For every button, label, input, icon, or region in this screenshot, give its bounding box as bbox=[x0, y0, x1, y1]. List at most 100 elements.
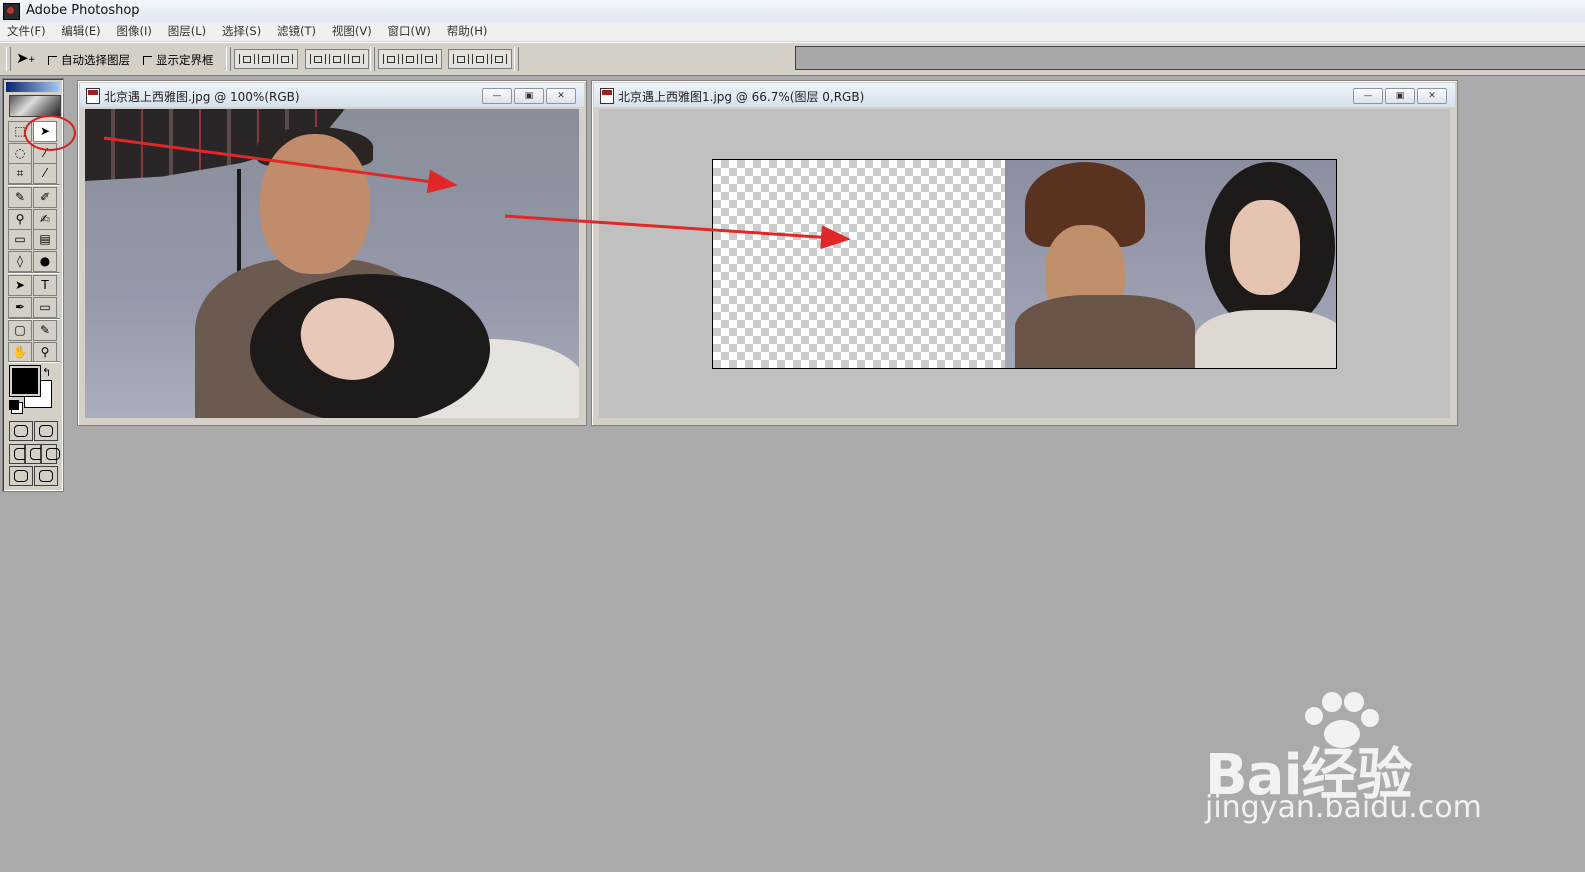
separator bbox=[226, 47, 231, 71]
menu-file[interactable]: 文件(F) bbox=[7, 22, 46, 41]
watermark-url: jingyan.baidu.com bbox=[1205, 790, 1482, 825]
menu-select[interactable]: 选择(S) bbox=[222, 22, 261, 41]
document-1-canvas[interactable] bbox=[85, 109, 579, 418]
distribute-hcenter-icon[interactable] bbox=[471, 54, 488, 64]
align-top-icon[interactable] bbox=[238, 54, 255, 64]
distribute-horizontal-group bbox=[448, 49, 512, 69]
document-2-title-bar[interactable]: 北京遇上西雅图1.jpg @ 66.7%(图层 0,RGB) — ▣ ✕ bbox=[594, 83, 1455, 107]
menu-edit[interactable]: 编辑(E) bbox=[61, 22, 100, 41]
notes-icon[interactable]: ▢ bbox=[8, 320, 32, 341]
show-bounding-box-label: 显示定界框 bbox=[156, 53, 214, 67]
woman-body bbox=[1195, 310, 1336, 368]
toolbox-title-bar[interactable] bbox=[6, 82, 60, 92]
document-window-2: 北京遇上西雅图1.jpg @ 66.7%(图层 0,RGB) — ▣ ✕ bbox=[591, 80, 1458, 426]
full-screen-menu-mode-button[interactable] bbox=[25, 444, 44, 464]
path-select-icon[interactable]: ➤ bbox=[8, 275, 32, 296]
distribute-vcenter-icon[interactable] bbox=[401, 54, 418, 64]
align-horizontal-group bbox=[305, 49, 369, 69]
show-bounding-box-checkbox[interactable]: 显示定界框 bbox=[143, 52, 214, 68]
document-icon bbox=[600, 88, 614, 104]
blur-icon[interactable]: ◊ bbox=[8, 251, 32, 272]
foreground-color-swatch[interactable] bbox=[9, 365, 41, 397]
separator bbox=[514, 47, 519, 71]
maximize-button[interactable]: ▣ bbox=[1385, 88, 1415, 104]
swap-colors-icon[interactable]: ↰ bbox=[42, 366, 51, 379]
type-icon[interactable]: T bbox=[33, 275, 57, 296]
toolbox-separator bbox=[8, 184, 60, 186]
document-2-canvas[interactable] bbox=[712, 159, 1337, 369]
auto-select-layer-label: 自动选择图层 bbox=[61, 53, 130, 67]
palette-well[interactable] bbox=[795, 46, 1585, 70]
toolbox-separator bbox=[8, 361, 60, 363]
crop-icon[interactable]: ⌗ bbox=[8, 163, 32, 184]
hand-icon[interactable]: ✋ bbox=[8, 342, 32, 363]
gradient-icon[interactable]: ▤ bbox=[33, 229, 57, 250]
menu-help[interactable]: 帮助(H) bbox=[447, 22, 488, 41]
menu-view[interactable]: 视图(V) bbox=[332, 22, 372, 41]
quick-mask-mode-button[interactable] bbox=[34, 421, 58, 441]
menu-layer[interactable]: 图层(L) bbox=[168, 22, 206, 41]
align-right-icon[interactable] bbox=[348, 54, 365, 64]
document-icon bbox=[86, 88, 100, 104]
app-title-bar: Adobe Photoshop bbox=[0, 0, 1585, 23]
transparent-area bbox=[713, 160, 1005, 368]
minimize-button[interactable]: — bbox=[1353, 88, 1383, 104]
baidu-jingyan-watermark: Bai经验 jingyan.baidu.com bbox=[1200, 690, 1500, 840]
align-vertical-group bbox=[234, 49, 298, 69]
close-button[interactable]: ✕ bbox=[546, 88, 576, 104]
man-body bbox=[1015, 295, 1195, 368]
healing-brush-icon[interactable]: ✎ bbox=[8, 187, 32, 208]
full-screen-mode-button[interactable] bbox=[41, 444, 60, 464]
distribute-left-icon[interactable] bbox=[452, 54, 469, 64]
brush-icon[interactable]: ✐ bbox=[33, 187, 57, 208]
auto-select-layer-checkbox[interactable]: 自动选择图层 bbox=[48, 52, 130, 68]
move-tool-indicator-icon: ➤ bbox=[16, 49, 29, 67]
zoom-icon[interactable]: ⚲ bbox=[33, 342, 57, 363]
imageready-icon[interactable] bbox=[34, 466, 58, 486]
options-bar-grip[interactable] bbox=[6, 47, 11, 71]
align-vcenter-icon[interactable] bbox=[257, 54, 274, 64]
eraser-icon[interactable]: ▭ bbox=[8, 229, 32, 250]
eyedropper-icon[interactable]: ✎ bbox=[33, 320, 57, 341]
close-button[interactable]: ✕ bbox=[1417, 88, 1447, 104]
lasso-icon[interactable]: ◌ bbox=[8, 143, 32, 164]
document-window-1: 北京遇上西雅图.jpg @ 100%(RGB) — ▣ ✕ bbox=[77, 80, 587, 426]
dodge-icon[interactable]: ● bbox=[33, 251, 57, 272]
distribute-bottom-icon[interactable] bbox=[421, 54, 438, 64]
document-1-title-bar[interactable]: 北京遇上西雅图.jpg @ 100%(RGB) — ▣ ✕ bbox=[80, 83, 584, 107]
align-hcenter-icon[interactable] bbox=[328, 54, 345, 64]
menu-image[interactable]: 图像(I) bbox=[117, 22, 152, 41]
menu-window[interactable]: 窗口(W) bbox=[388, 22, 431, 41]
clone-stamp-icon[interactable]: ⚲ bbox=[8, 209, 32, 230]
align-left-icon[interactable] bbox=[309, 54, 326, 64]
slice-icon[interactable]: ⁄ bbox=[33, 163, 57, 184]
distribute-right-icon[interactable] bbox=[491, 54, 508, 64]
pasted-photo-layer bbox=[1005, 160, 1336, 368]
distribute-top-icon[interactable] bbox=[382, 54, 399, 64]
jump-to-imageready-button[interactable] bbox=[9, 466, 33, 486]
default-colors-icon[interactable] bbox=[9, 400, 19, 410]
history-brush-icon[interactable]: ✍ bbox=[33, 209, 57, 230]
document-2-workspace bbox=[599, 109, 1450, 418]
photoshop-app-icon bbox=[3, 3, 20, 20]
toolbox-separator bbox=[8, 318, 60, 320]
adobe-online-logo-icon[interactable] bbox=[9, 95, 61, 117]
man-face bbox=[260, 134, 370, 274]
rectangle-icon[interactable]: ▭ bbox=[33, 297, 57, 318]
toolbox-separator bbox=[8, 272, 60, 274]
standard-mode-button[interactable] bbox=[9, 421, 33, 441]
separator bbox=[370, 47, 375, 71]
align-bottom-icon[interactable] bbox=[277, 54, 294, 64]
app-title: Adobe Photoshop bbox=[26, 3, 140, 18]
move-tool-plus-icon: + bbox=[28, 55, 36, 65]
woman-face bbox=[1230, 200, 1300, 295]
maximize-button[interactable]: ▣ bbox=[514, 88, 544, 104]
document-2-title: 北京遇上西雅图1.jpg @ 66.7%(图层 0,RGB) bbox=[618, 90, 865, 104]
checkbox-box bbox=[143, 55, 152, 65]
pen-icon[interactable]: ✒ bbox=[8, 297, 32, 318]
minimize-button[interactable]: — bbox=[482, 88, 512, 104]
standard-screen-mode-button[interactable] bbox=[9, 444, 28, 464]
menu-filter[interactable]: 滤镜(T) bbox=[277, 22, 316, 41]
distribute-vertical-group bbox=[378, 49, 442, 69]
checkbox-box bbox=[48, 55, 57, 65]
